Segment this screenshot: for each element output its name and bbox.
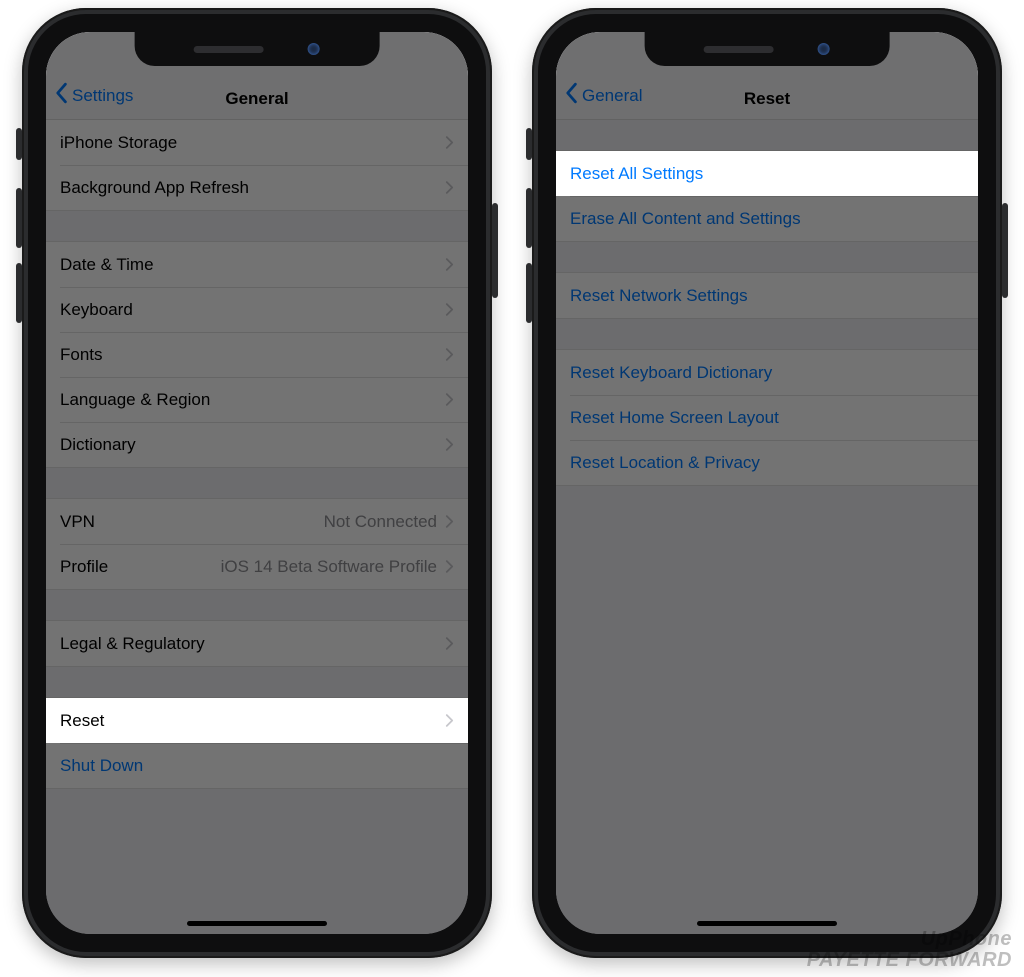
row-label: Background App Refresh xyxy=(60,178,445,198)
chevron-right-icon xyxy=(445,514,454,529)
chevron-right-icon xyxy=(445,180,454,195)
row-label: Reset Home Screen Layout xyxy=(570,408,964,428)
row-label: Reset xyxy=(60,711,445,731)
settings-group: Reset All Settings Erase All Content and … xyxy=(556,150,978,242)
chevron-right-icon xyxy=(445,347,454,362)
row-reset[interactable]: Reset xyxy=(46,698,468,743)
screen: General Reset Reset All SettingsErase Al… xyxy=(556,32,978,934)
row-label: Language & Region xyxy=(60,390,445,410)
row-label: Reset All Settings xyxy=(570,164,964,184)
volume-down-button[interactable] xyxy=(16,263,22,323)
row-label: Reset Network Settings xyxy=(570,286,964,306)
back-label: Settings xyxy=(72,86,133,106)
chevron-left-icon xyxy=(54,82,72,109)
row-dictionary[interactable]: Dictionary xyxy=(46,422,468,467)
watermark-line-2: PAYETTE FORWARD xyxy=(807,950,1012,971)
row-background-app-refresh[interactable]: Background App Refresh xyxy=(46,165,468,210)
row-legal-regulatory[interactable]: Legal & Regulatory xyxy=(46,621,468,666)
row-shut-down[interactable]: Shut Down xyxy=(46,743,468,788)
row-keyboard[interactable]: Keyboard xyxy=(46,287,468,332)
power-button[interactable] xyxy=(1002,203,1008,298)
row-label: Fonts xyxy=(60,345,445,365)
row-label: Shut Down xyxy=(60,756,454,776)
watermark: UpPhone PAYETTE FORWARD xyxy=(807,929,1012,971)
chevron-right-icon xyxy=(445,302,454,317)
row-label: Reset Keyboard Dictionary xyxy=(570,363,964,383)
settings-group: VPNNot ConnectedProfileiOS 14 Beta Softw… xyxy=(46,498,468,590)
watermark-line-1: UpPhone xyxy=(807,929,1012,950)
row-reset-home-screen-layout[interactable]: Reset Home Screen Layout xyxy=(556,395,978,440)
row-profile[interactable]: ProfileiOS 14 Beta Software Profile xyxy=(46,544,468,589)
row-vpn[interactable]: VPNNot Connected xyxy=(46,499,468,544)
chevron-right-icon xyxy=(445,636,454,651)
chevron-left-icon xyxy=(564,82,582,109)
row-erase-all-content-and-settings[interactable]: Erase All Content and Settings xyxy=(556,196,978,241)
chevron-right-icon xyxy=(445,257,454,272)
chevron-right-icon xyxy=(445,713,454,728)
row-label: Date & Time xyxy=(60,255,445,275)
volume-up-button[interactable] xyxy=(526,188,532,248)
home-indicator[interactable] xyxy=(187,921,327,926)
phone-right: General Reset Reset All SettingsErase Al… xyxy=(532,8,1002,958)
front-camera xyxy=(818,43,830,55)
row-detail: iOS 14 Beta Software Profile xyxy=(221,557,437,577)
chevron-right-icon xyxy=(445,559,454,574)
volume-down-button[interactable] xyxy=(526,263,532,323)
row-language-region[interactable]: Language & Region xyxy=(46,377,468,422)
earpiece-speaker xyxy=(194,46,264,53)
chevron-right-icon xyxy=(445,437,454,452)
row-fonts[interactable]: Fonts xyxy=(46,332,468,377)
reset-list[interactable]: Reset All Settings Erase All Content and … xyxy=(556,120,978,486)
back-button[interactable]: Settings xyxy=(54,82,133,109)
volume-up-button[interactable] xyxy=(16,188,22,248)
settings-group: Date & Time Keyboard Fonts Language & Regio… xyxy=(46,241,468,468)
row-label: Dictionary xyxy=(60,435,445,455)
chevron-right-icon xyxy=(445,392,454,407)
row-reset-location-privacy[interactable]: Reset Location & Privacy xyxy=(556,440,978,485)
power-button[interactable] xyxy=(492,203,498,298)
row-detail: Not Connected xyxy=(324,512,437,532)
row-iphone-storage[interactable]: iPhone Storage xyxy=(46,120,468,165)
notch xyxy=(645,32,890,66)
silence-switch[interactable] xyxy=(16,128,22,160)
row-label: iPhone Storage xyxy=(60,133,445,153)
settings-list[interactable]: iPhone Storage Background App Refresh Date… xyxy=(46,120,468,789)
back-label: General xyxy=(582,86,642,106)
row-label: Reset Location & Privacy xyxy=(570,453,964,473)
settings-group: iPhone Storage Background App Refresh xyxy=(46,120,468,211)
settings-group: Legal & Regulatory xyxy=(46,620,468,667)
settings-group: Reset Shut Down xyxy=(46,697,468,789)
silence-switch[interactable] xyxy=(526,128,532,160)
settings-group: Reset Network Settings xyxy=(556,272,978,319)
row-label: VPN xyxy=(60,512,324,532)
earpiece-speaker xyxy=(704,46,774,53)
row-date-time[interactable]: Date & Time xyxy=(46,242,468,287)
row-label: Profile xyxy=(60,557,221,577)
row-label: Legal & Regulatory xyxy=(60,634,445,654)
front-camera xyxy=(308,43,320,55)
row-reset-keyboard-dictionary[interactable]: Reset Keyboard Dictionary xyxy=(556,350,978,395)
chevron-right-icon xyxy=(445,135,454,150)
screen: Settings General iPhone StorageBackgroun… xyxy=(46,32,468,934)
row-reset-all-settings[interactable]: Reset All Settings xyxy=(556,151,978,196)
phone-left: Settings General iPhone StorageBackgroun… xyxy=(22,8,492,958)
row-label: Keyboard xyxy=(60,300,445,320)
notch xyxy=(135,32,380,66)
back-button[interactable]: General xyxy=(564,82,642,109)
home-indicator[interactable] xyxy=(697,921,837,926)
settings-group: Reset Keyboard Dictionary Reset Home Scre… xyxy=(556,349,978,486)
row-reset-network-settings[interactable]: Reset Network Settings xyxy=(556,273,978,318)
row-label: Erase All Content and Settings xyxy=(570,209,964,229)
